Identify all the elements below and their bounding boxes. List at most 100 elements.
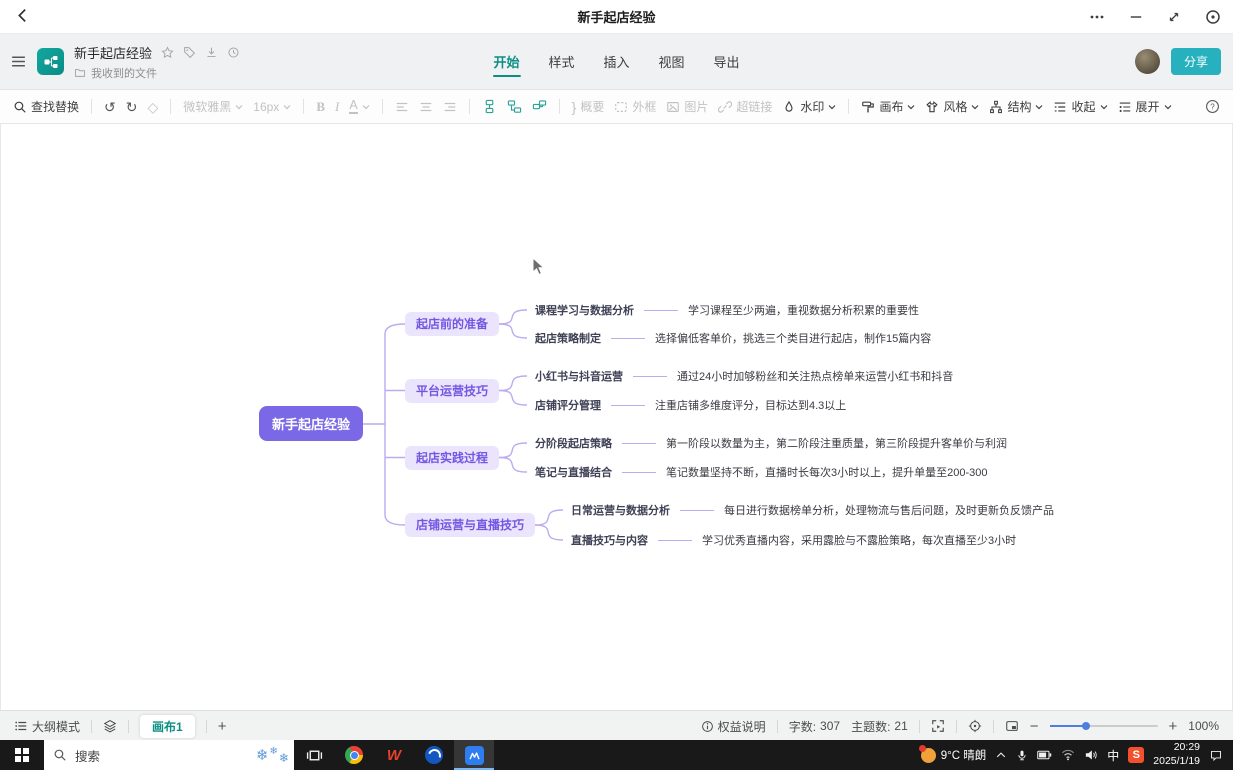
font-size-select[interactable]: 16px <box>253 100 291 114</box>
weather-widget[interactable]: 9°C 晴朗 <box>921 747 987 763</box>
outline-mode-button[interactable]: 大纲模式 <box>14 718 80 735</box>
style-menu-button[interactable]: 风格 <box>925 98 979 115</box>
insert-parent-topic-button[interactable] <box>532 99 547 114</box>
mindmap-topic-node[interactable]: 直播技巧与内容 <box>571 532 648 548</box>
find-replace-button[interactable]: 查找替换 <box>13 98 79 115</box>
mindmap-detail-node[interactable]: 学习优秀直播内容，采用露脸与不露脸策略，每次直播至少3小时 <box>702 532 1016 548</box>
align-center-button[interactable] <box>419 100 433 114</box>
insert-sibling-topic-button[interactable] <box>507 99 522 114</box>
tab-style[interactable]: 样式 <box>547 46 575 77</box>
mindmap-topic-node[interactable]: 分阶段起店策略 <box>535 435 612 451</box>
tab-start[interactable]: 开始 <box>492 46 520 77</box>
collapse-menu-button[interactable]: 收起 <box>1053 98 1107 115</box>
mindmap-canvas[interactable]: 新手起店经验 起店前的准备 课程学习与数据分析 学习课程至少两遍，重视数据分析积累的重… <box>0 124 1233 710</box>
mindmap-branch-node[interactable]: 平台运营技巧 <box>405 379 499 403</box>
taskbar-mindmap-app-button[interactable] <box>454 740 494 770</box>
mindmap-root-node[interactable]: 新手起店经验 <box>259 406 363 441</box>
battery-icon[interactable] <box>1037 749 1052 761</box>
more-options-button[interactable] <box>1089 9 1105 25</box>
zoom-in-button[interactable]: + <box>1169 719 1178 734</box>
back-button[interactable] <box>14 7 31 24</box>
mindmap-detail-node[interactable]: 笔记数量坚持不断，直播时长每次3小时以上，提升单量至200-300 <box>666 464 988 480</box>
minimize-button[interactable] <box>1129 10 1143 24</box>
folder-path[interactable]: 我收到的文件 <box>91 65 157 81</box>
tab-export[interactable]: 导出 <box>713 46 741 77</box>
tab-view[interactable]: 视图 <box>658 46 686 77</box>
mindmap-branch-node[interactable]: 起店实践过程 <box>405 446 499 470</box>
mindmap-branch-node[interactable]: 店铺运营与直播技巧 <box>405 513 535 537</box>
structure-menu-button[interactable]: 结构 <box>989 98 1043 115</box>
redo-button[interactable]: ↻ <box>126 100 138 114</box>
mindmap-detail-node[interactable]: 第一阶段以数量为主，第二阶段注重质量，第三阶段提升客单价与利润 <box>666 435 1007 451</box>
taskbar-search-input[interactable]: 搜索 ❄❄❄ <box>44 740 294 770</box>
tag-icon[interactable] <box>183 46 196 59</box>
italic-button[interactable]: I <box>335 99 339 115</box>
image-button[interactable]: 图片 <box>666 98 708 115</box>
wifi-icon[interactable] <box>1061 749 1075 761</box>
fullscreen-button[interactable] <box>931 719 945 733</box>
hidden-icons-button[interactable] <box>995 749 1007 761</box>
mindmap-branch-node[interactable]: 起店前的准备 <box>405 312 499 336</box>
share-button[interactable]: 分享 <box>1171 48 1221 75</box>
zoom-slider-knob[interactable] <box>1082 722 1090 730</box>
user-avatar[interactable] <box>1135 49 1160 74</box>
expand-menu-button[interactable]: 展开 <box>1118 98 1172 115</box>
favorite-star-icon[interactable] <box>161 46 174 59</box>
document-title[interactable]: 新手起店经验 <box>74 43 152 62</box>
mindmap-detail-node[interactable]: 每日进行数据榜单分析，处理物流与售后问题，及时更新负反馈产品 <box>724 502 1054 518</box>
align-left-button[interactable] <box>395 100 409 114</box>
clock-widget[interactable]: 20:29 2025/1/19 <box>1153 741 1200 768</box>
rights-info-button[interactable]: 权益说明 <box>701 718 766 735</box>
minimap-button[interactable] <box>1005 719 1019 733</box>
canvas-tab-1[interactable]: 画布1 <box>140 715 195 738</box>
ime-indicator[interactable]: 中 <box>1107 747 1119 764</box>
task-view-button[interactable] <box>294 740 334 770</box>
speaker-icon[interactable] <box>1084 749 1098 761</box>
mindmap-detail-node[interactable]: 学习课程至少两遍，重视数据分析积累的重要性 <box>688 302 919 318</box>
bold-button[interactable]: B <box>316 99 325 115</box>
watermark-button[interactable]: 水印 <box>782 98 836 115</box>
history-icon[interactable] <box>227 46 240 59</box>
mindmap-topic-node[interactable]: 笔记与直播结合 <box>535 464 612 480</box>
start-button[interactable] <box>0 740 44 770</box>
mindmap-child-row: 课程学习与数据分析 学习课程至少两遍，重视数据分析积累的重要性 <box>535 301 919 319</box>
mindmap-detail-node[interactable]: 通过24小时加够粉丝和关注热点榜单来运营小红书和抖音 <box>677 368 953 384</box>
font-family-select[interactable]: 微软雅黑 <box>183 98 243 115</box>
circle-dot-button[interactable] <box>1205 9 1221 25</box>
canvas-menu-button[interactable]: 画布 <box>861 98 915 115</box>
font-color-button[interactable]: A <box>349 99 369 114</box>
mindmap-topic-node[interactable]: 起店策略制定 <box>535 330 601 346</box>
mindmap-topic-node[interactable]: 小红书与抖音运营 <box>535 368 623 384</box>
taskbar-blue-app-button[interactable] <box>414 740 454 770</box>
mindmap-detail-node[interactable]: 注重店铺多维度评分，目标达到4.3以上 <box>655 397 846 413</box>
taskbar-chrome-button[interactable] <box>334 740 374 770</box>
microphone-tray-icon[interactable] <box>1016 749 1028 762</box>
mindmap-child-row: 日常运营与数据分析 每日进行数据榜单分析，处理物流与售后问题，及时更新负反馈产品 <box>571 501 1054 519</box>
zoom-out-button[interactable]: − <box>1030 719 1039 734</box>
notification-center-button[interactable] <box>1209 749 1223 762</box>
summary-button[interactable]: } 概要 <box>572 98 605 115</box>
topic-detail-connector <box>658 540 692 541</box>
help-button[interactable]: ? <box>1205 99 1220 114</box>
align-right-button[interactable] <box>443 100 457 114</box>
tab-insert[interactable]: 插入 <box>602 46 630 77</box>
taskbar-wps-button[interactable]: W <box>374 740 414 770</box>
restore-button[interactable] <box>1167 10 1181 24</box>
sogou-ime-icon[interactable]: S <box>1128 747 1144 763</box>
frame-button[interactable]: 外框 <box>614 98 656 115</box>
layers-button[interactable] <box>103 719 117 733</box>
hyperlink-button[interactable]: 超链接 <box>718 98 772 115</box>
download-icon[interactable] <box>205 46 218 59</box>
mindmap-topic-node[interactable]: 课程学习与数据分析 <box>535 302 634 318</box>
mindmap-topic-node[interactable]: 店铺评分管理 <box>535 397 601 413</box>
hamburger-menu-button[interactable] <box>10 53 27 70</box>
undo-button[interactable]: ↺ <box>104 100 116 114</box>
mindmap-detail-node[interactable]: 选择偏低客单价，挑选三个类目进行起店，制作15篇内容 <box>655 330 931 346</box>
frame-icon <box>614 100 628 114</box>
locate-center-button[interactable] <box>968 719 982 733</box>
add-canvas-button[interactable]: + <box>218 719 227 734</box>
insert-subtopic-button[interactable] <box>482 99 497 114</box>
format-painter-button[interactable]: ◇ <box>147 100 158 114</box>
mindmap-topic-node[interactable]: 日常运营与数据分析 <box>571 502 670 518</box>
zoom-slider[interactable] <box>1050 725 1158 727</box>
